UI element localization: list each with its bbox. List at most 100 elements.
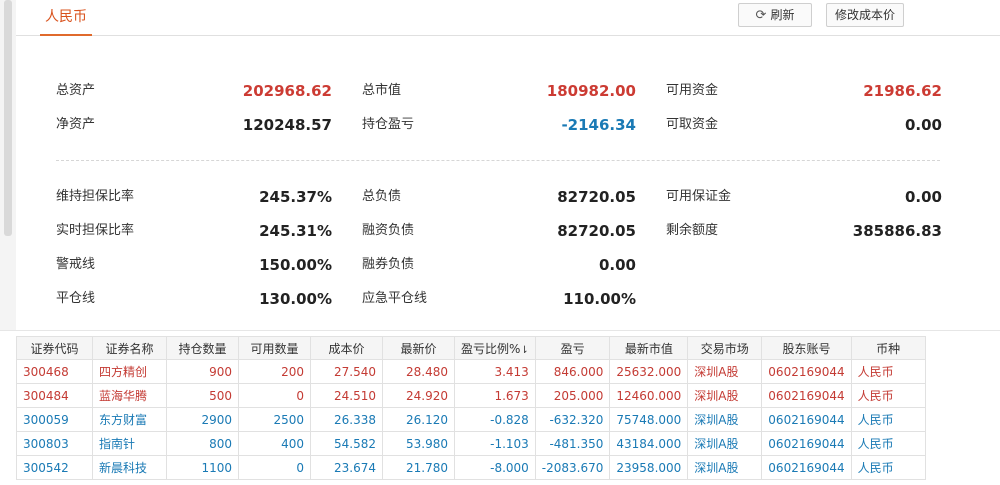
market-value-cell: 12460.000 bbox=[609, 383, 689, 408]
section-divider bbox=[56, 160, 940, 161]
vertical-scrollbar[interactable] bbox=[0, 0, 16, 330]
top-toolbar: 人民币 ⟳ 刷新 修改成本价 bbox=[16, 0, 1000, 36]
security-name-cell: 蓝海华腾 bbox=[92, 383, 167, 408]
withdrawable-funds-label: 可取资金 bbox=[666, 117, 719, 132]
scrollbar-thumb[interactable] bbox=[4, 0, 12, 236]
currency-cell: 人民币 bbox=[850, 407, 926, 432]
account-summary-panel: 总资产 202968.62 总市值 180982.00 可用资金 21986.6… bbox=[16, 36, 1000, 328]
latest-price-cell: 21.780 bbox=[382, 455, 455, 480]
column-header-sorted[interactable]: 盈亏比例%⇂ bbox=[454, 336, 536, 360]
cost-price-cell: 54.582 bbox=[310, 431, 383, 456]
positions-table: 证券代码 证券名称 持仓数量 可用数量 成本价 最新价 盈亏比例%⇂ 盈亏 最新… bbox=[16, 336, 926, 480]
pnl-cell: 205.000 bbox=[534, 383, 611, 408]
column-header[interactable]: 最新价 bbox=[382, 336, 455, 360]
column-header[interactable]: 币种 bbox=[850, 336, 926, 360]
security-name-cell: 东方财富 bbox=[92, 407, 167, 432]
table-row[interactable]: 300468 四方精创 900 200 27.540 28.480 3.413 846.000… bbox=[16, 359, 926, 384]
total-liabilities-label: 总负债 bbox=[362, 189, 402, 204]
position-qty-cell: 2900 bbox=[166, 407, 239, 432]
market-value-cell: 25632.000 bbox=[609, 359, 689, 384]
remaining-quota-value: 385886.83 bbox=[852, 222, 942, 240]
pnl-ratio-cell: 3.413 bbox=[454, 359, 536, 384]
financing-liabilities-value: 82720.05 bbox=[557, 222, 636, 240]
column-header[interactable]: 成本价 bbox=[310, 336, 383, 360]
pnl-cell: -632.320 bbox=[534, 407, 611, 432]
tab-cny[interactable]: 人民币 bbox=[40, 6, 92, 36]
table-row[interactable]: 300484 蓝海华腾 500 0 24.510 24.920 1.673 205.000 12… bbox=[16, 383, 926, 408]
liquidation-line-label: 平仓线 bbox=[56, 291, 96, 306]
column-header[interactable]: 最新市值 bbox=[609, 336, 689, 360]
exchange-cell: 深圳A股 bbox=[687, 431, 763, 456]
refresh-icon: ⟳ bbox=[755, 8, 767, 23]
table-row[interactable]: 300542 新晨科技 1100 0 23.674 21.780 -8.000 -2083.6… bbox=[16, 455, 926, 480]
refresh-button[interactable]: ⟳ 刷新 bbox=[738, 3, 812, 27]
total-market-value-value: 180982.00 bbox=[546, 82, 636, 100]
column-header-label: 盈亏比例% bbox=[461, 341, 521, 356]
column-header[interactable]: 证券名称 bbox=[92, 336, 167, 360]
warning-line-label: 警戒线 bbox=[56, 257, 96, 272]
latest-price-cell: 53.980 bbox=[382, 431, 455, 456]
position-qty-cell: 800 bbox=[166, 431, 239, 456]
pnl-cell: -481.350 bbox=[534, 431, 611, 456]
available-qty-cell: 0 bbox=[238, 383, 311, 408]
column-header[interactable]: 持仓数量 bbox=[166, 336, 239, 360]
emergency-liquidation-label: 应急平仓线 bbox=[362, 291, 428, 306]
table-row[interactable]: 300059 东方财富 2900 2500 26.338 26.120 -0.828 -632… bbox=[16, 407, 926, 432]
net-assets-label: 净资产 bbox=[56, 117, 96, 132]
net-assets-value: 120248.57 bbox=[242, 116, 332, 134]
table-header-row: 证券代码 证券名称 持仓数量 可用数量 成本价 最新价 盈亏比例%⇂ 盈亏 最新… bbox=[16, 336, 926, 360]
available-margin-label: 可用保证金 bbox=[666, 189, 732, 204]
maintenance-ratio-label: 维持担保比率 bbox=[56, 189, 135, 204]
security-code-cell: 300542 bbox=[16, 455, 93, 480]
available-margin-value: 0.00 bbox=[904, 188, 942, 206]
pnl-ratio-cell: -1.103 bbox=[454, 431, 536, 456]
available-qty-cell: 200 bbox=[238, 359, 311, 384]
total-market-value-label: 总市值 bbox=[362, 83, 402, 98]
column-header[interactable]: 交易市场 bbox=[687, 336, 763, 360]
cost-price-cell: 24.510 bbox=[310, 383, 383, 408]
currency-cell: 人民币 bbox=[850, 383, 926, 408]
column-header[interactable]: 证券代码 bbox=[16, 336, 93, 360]
realtime-ratio-value: 245.31% bbox=[259, 222, 332, 240]
shareholder-account-cell: 0602169044 bbox=[761, 359, 852, 384]
currency-cell: 人民币 bbox=[850, 359, 926, 384]
total-assets-label: 总资产 bbox=[56, 83, 96, 98]
currency-cell: 人民币 bbox=[850, 431, 926, 456]
total-assets-value: 202968.62 bbox=[242, 82, 332, 100]
security-name-cell: 四方精创 bbox=[92, 359, 167, 384]
security-code-cell: 300484 bbox=[16, 383, 93, 408]
available-qty-cell: 400 bbox=[238, 431, 311, 456]
remaining-quota-label: 剩余额度 bbox=[666, 223, 719, 238]
exchange-cell: 深圳A股 bbox=[687, 383, 763, 408]
column-header[interactable]: 可用数量 bbox=[238, 336, 311, 360]
table-row[interactable]: 300803 指南针 800 400 54.582 53.980 -1.103 -481.35… bbox=[16, 431, 926, 456]
column-header[interactable]: 股东账号 bbox=[761, 336, 852, 360]
available-qty-cell: 2500 bbox=[238, 407, 311, 432]
shareholder-account-cell: 0602169044 bbox=[761, 407, 852, 432]
currency-cell: 人民币 bbox=[850, 455, 926, 480]
securities-liabilities-label: 融券负债 bbox=[362, 257, 415, 272]
pnl-ratio-cell: -8.000 bbox=[454, 455, 536, 480]
shareholder-account-cell: 0602169044 bbox=[761, 383, 852, 408]
market-value-cell: 75748.000 bbox=[609, 407, 689, 432]
summary-row: 维持担保比率 245.37% 总负债 82720.05 可用保证金 0.00 bbox=[16, 187, 1000, 207]
cost-price-cell: 27.540 bbox=[310, 359, 383, 384]
withdrawable-funds-value: 0.00 bbox=[904, 116, 942, 134]
market-value-cell: 23958.000 bbox=[609, 455, 689, 480]
summary-row: 警戒线 150.00% 融券负债 0.00 bbox=[16, 255, 1000, 275]
available-funds-label: 可用资金 bbox=[666, 83, 719, 98]
pnl-cell: 846.000 bbox=[534, 359, 611, 384]
financing-liabilities-label: 融资负债 bbox=[362, 223, 415, 238]
cost-price-cell: 26.338 bbox=[310, 407, 383, 432]
latest-price-cell: 26.120 bbox=[382, 407, 455, 432]
modify-cost-button[interactable]: 修改成本价 bbox=[826, 3, 904, 27]
latest-price-cell: 24.920 bbox=[382, 383, 455, 408]
emergency-liquidation-value: 110.00% bbox=[563, 290, 636, 308]
column-header[interactable]: 盈亏 bbox=[534, 336, 611, 360]
position-pnl-label: 持仓盈亏 bbox=[362, 117, 415, 132]
pnl-ratio-cell: -0.828 bbox=[454, 407, 536, 432]
position-qty-cell: 900 bbox=[166, 359, 239, 384]
cost-price-cell: 23.674 bbox=[310, 455, 383, 480]
security-name-cell: 指南针 bbox=[92, 431, 167, 456]
summary-row: 实时担保比率 245.31% 融资负债 82720.05 剩余额度 385886… bbox=[16, 221, 1000, 241]
